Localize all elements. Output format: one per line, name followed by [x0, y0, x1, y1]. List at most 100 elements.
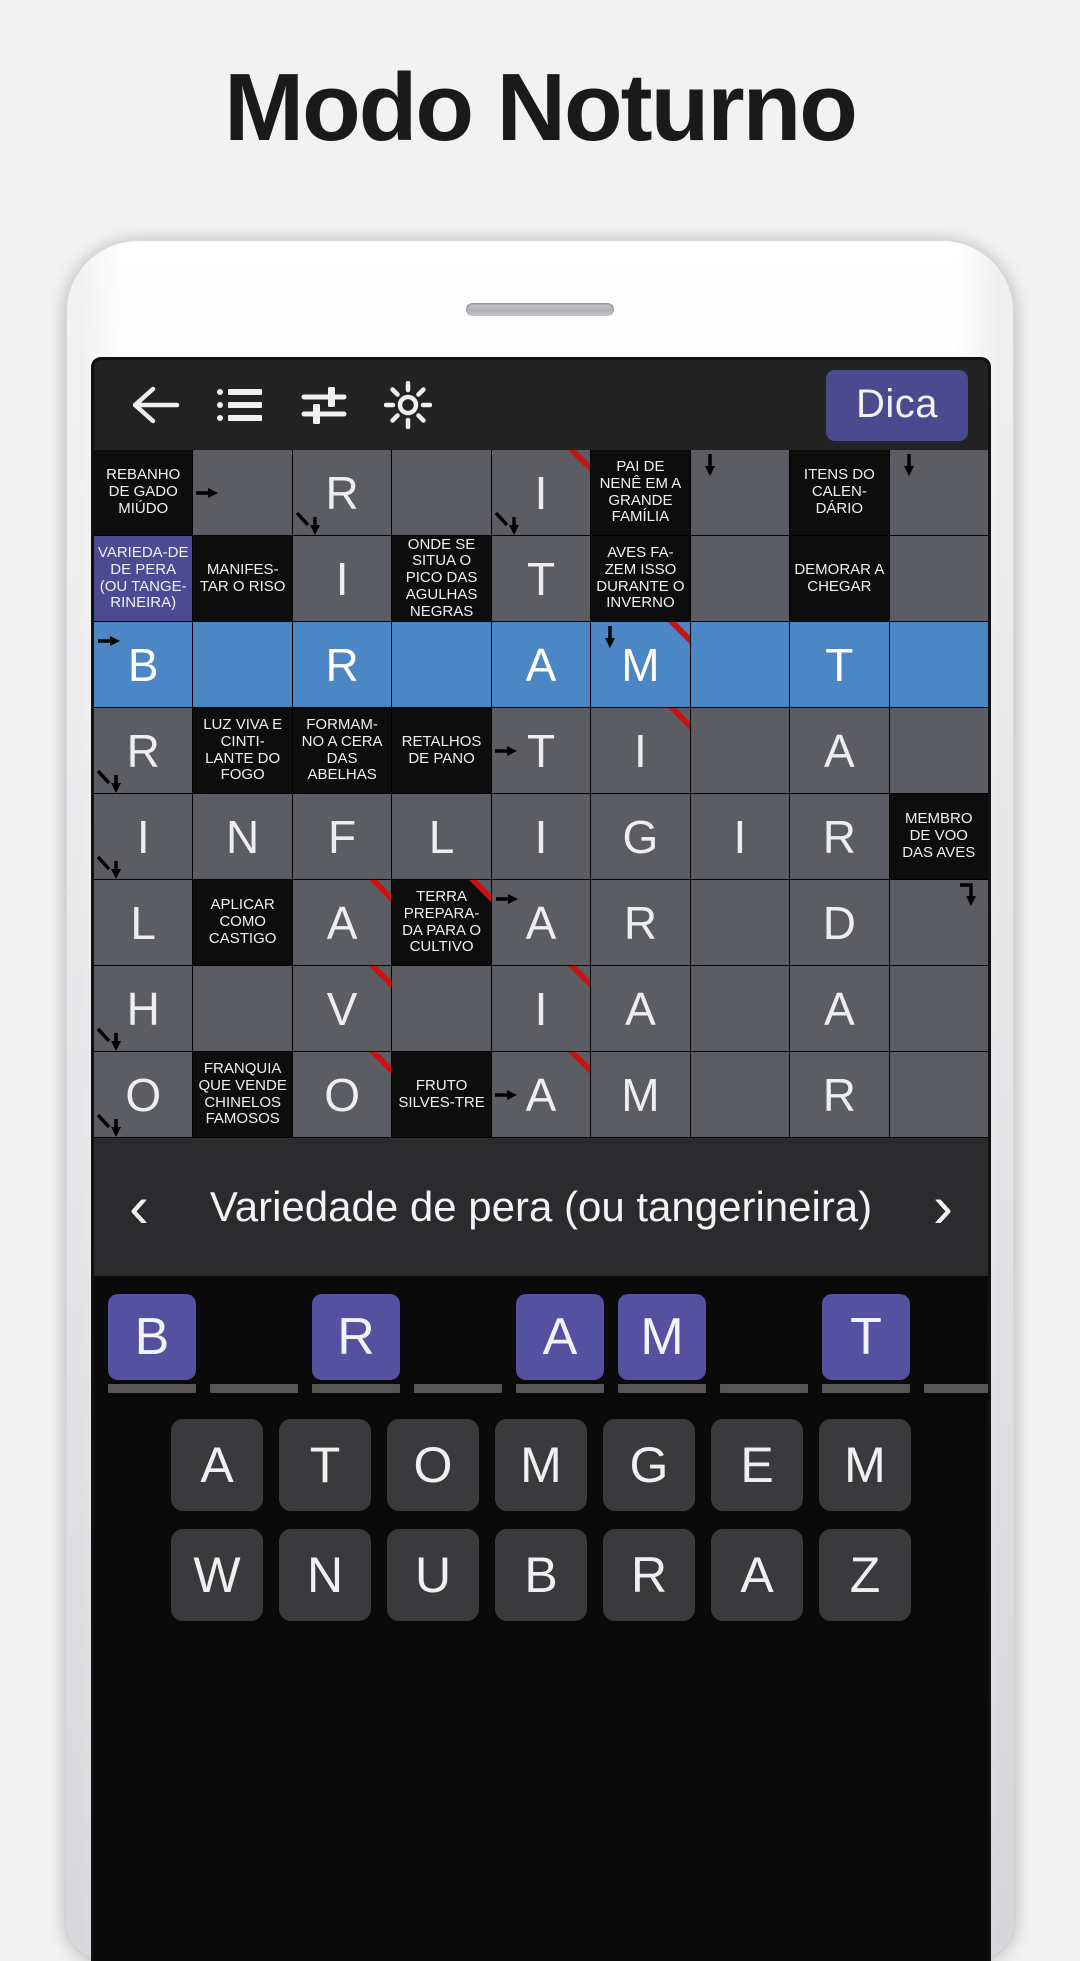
grid-letter-cell[interactable]: H [94, 966, 193, 1051]
grid-letter-cell[interactable] [690, 708, 790, 793]
grid-letter-cell[interactable] [193, 622, 292, 707]
grid-letter-cell[interactable] [690, 1052, 790, 1137]
grid-letter-cell[interactable]: B [94, 622, 193, 707]
grid-letter-cell[interactable]: R [94, 708, 193, 793]
grid-letter-cell[interactable]: I [591, 708, 690, 793]
grid-letter-cell[interactable]: R [790, 1052, 889, 1137]
grid-letter-cell[interactable]: O [94, 1052, 193, 1137]
answer-slot[interactable]: A [516, 1294, 604, 1393]
key-z[interactable]: Z [819, 1529, 911, 1621]
grid-letter-cell[interactable]: A [292, 880, 392, 965]
grid-letter-cell[interactable]: G [591, 794, 690, 879]
grid-letter-cell[interactable] [392, 966, 491, 1051]
grid-letter-cell[interactable]: R [292, 450, 392, 535]
grid-letter-cell[interactable]: R [591, 880, 690, 965]
answer-tile-filled[interactable]: B [108, 1294, 196, 1380]
key-m[interactable]: M [819, 1419, 911, 1511]
list-icon[interactable] [198, 360, 282, 450]
answer-tile-empty[interactable] [210, 1294, 298, 1380]
grid-letter-cell[interactable]: A [790, 708, 889, 793]
key-n[interactable]: N [279, 1529, 371, 1621]
grid-letter-cell[interactable] [889, 450, 988, 535]
grid-letter-cell[interactable]: I [292, 536, 392, 621]
grid-letter-cell[interactable]: A [491, 880, 591, 965]
grid-letter-cell[interactable]: V [292, 966, 392, 1051]
grid-letter-cell[interactable]: R [790, 794, 889, 879]
grid-letter-cell[interactable] [193, 966, 292, 1051]
direction-arrow-icon [96, 628, 122, 654]
answer-slot[interactable] [924, 1294, 988, 1393]
grid-letter-cell[interactable]: I [690, 794, 790, 879]
answer-slot[interactable] [414, 1294, 502, 1393]
answer-tile-filled[interactable]: T [822, 1294, 910, 1380]
grid-letter-cell[interactable]: I [94, 794, 193, 879]
key-g[interactable]: G [603, 1419, 695, 1511]
back-arrow-icon[interactable] [114, 360, 198, 450]
grid-letter-cell[interactable]: T [491, 536, 591, 621]
grid-letter-cell[interactable]: I [491, 450, 591, 535]
grid-letter-cell[interactable] [690, 536, 790, 621]
answer-slot[interactable] [210, 1294, 298, 1393]
grid-letter-cell[interactable]: I [491, 966, 591, 1051]
grid-letter-cell[interactable] [889, 536, 988, 621]
grid-letter-cell[interactable]: R [292, 622, 392, 707]
grid-letter-cell[interactable] [889, 622, 988, 707]
answer-tile-filled[interactable]: M [618, 1294, 706, 1380]
grid-letter: R [822, 1068, 856, 1121]
key-b[interactable]: B [495, 1529, 587, 1621]
letter-keyboard[interactable]: ATOMGEMWNUBRAZ [94, 1401, 988, 1659]
answer-slot[interactable]: R [312, 1294, 400, 1393]
tune-sliders-icon[interactable] [282, 360, 366, 450]
answer-tile-empty[interactable] [414, 1294, 502, 1380]
grid-letter-cell[interactable]: M [591, 1052, 690, 1137]
grid-letter-cell[interactable] [392, 450, 491, 535]
grid-letter-cell[interactable]: O [292, 1052, 392, 1137]
answer-slot[interactable] [720, 1294, 808, 1393]
answer-tile-empty[interactable] [924, 1294, 988, 1380]
answer-slot[interactable]: T [822, 1294, 910, 1393]
key-a[interactable]: A [171, 1419, 263, 1511]
grid-letter-cell[interactable] [690, 450, 790, 535]
brightness-sun-icon[interactable] [366, 360, 450, 450]
grid-letter-cell[interactable]: D [790, 880, 889, 965]
answer-tile-empty[interactable] [720, 1294, 808, 1380]
key-w[interactable]: W [171, 1529, 263, 1621]
grid-letter-cell[interactable]: N [193, 794, 292, 879]
answer-tile-filled[interactable]: R [312, 1294, 400, 1380]
grid-letter-cell[interactable]: L [392, 794, 491, 879]
grid-letter-cell[interactable]: A [491, 622, 591, 707]
grid-letter-cell[interactable]: I [491, 794, 591, 879]
grid-letter-cell[interactable]: F [292, 794, 392, 879]
key-r[interactable]: R [603, 1529, 695, 1621]
hint-button[interactable]: Dica [825, 369, 968, 441]
grid-letter-cell[interactable] [690, 622, 790, 707]
grid-letter-cell[interactable]: T [790, 622, 889, 707]
key-t[interactable]: T [279, 1419, 371, 1511]
answer-tile-filled[interactable]: A [516, 1294, 604, 1380]
grid-letter-cell[interactable]: L [94, 880, 193, 965]
crossword-grid[interactable]: REBANHO DE GADO MIÚDO R I PAI DE NENÊ EM A … [94, 450, 988, 1138]
next-clue-button[interactable]: › [906, 1177, 980, 1237]
grid-letter-cell[interactable] [690, 966, 790, 1051]
grid-letter-cell[interactable] [690, 880, 790, 965]
key-a[interactable]: A [711, 1529, 803, 1621]
key-m[interactable]: M [495, 1419, 587, 1511]
grid-letter-cell[interactable]: T [491, 708, 591, 793]
answer-tiles-row[interactable]: B R AM T [108, 1294, 988, 1393]
answer-slot[interactable]: M [618, 1294, 706, 1393]
grid-letter-cell[interactable] [889, 1052, 988, 1137]
key-e[interactable]: E [711, 1419, 803, 1511]
grid-letter-cell[interactable]: A [591, 966, 690, 1051]
grid-letter-cell[interactable]: A [790, 966, 889, 1051]
grid-letter-cell[interactable] [193, 450, 292, 535]
grid-letter-cell[interactable] [889, 880, 988, 965]
answer-slot[interactable]: B [108, 1294, 196, 1393]
grid-letter-cell[interactable] [392, 622, 491, 707]
grid-letter-cell[interactable] [889, 708, 988, 793]
grid-letter-cell[interactable]: M [591, 622, 690, 707]
prev-clue-button[interactable]: ‹ [102, 1177, 176, 1237]
grid-letter-cell[interactable] [889, 966, 988, 1051]
key-o[interactable]: O [387, 1419, 479, 1511]
key-u[interactable]: U [387, 1529, 479, 1621]
grid-letter-cell[interactable]: A [491, 1052, 591, 1137]
